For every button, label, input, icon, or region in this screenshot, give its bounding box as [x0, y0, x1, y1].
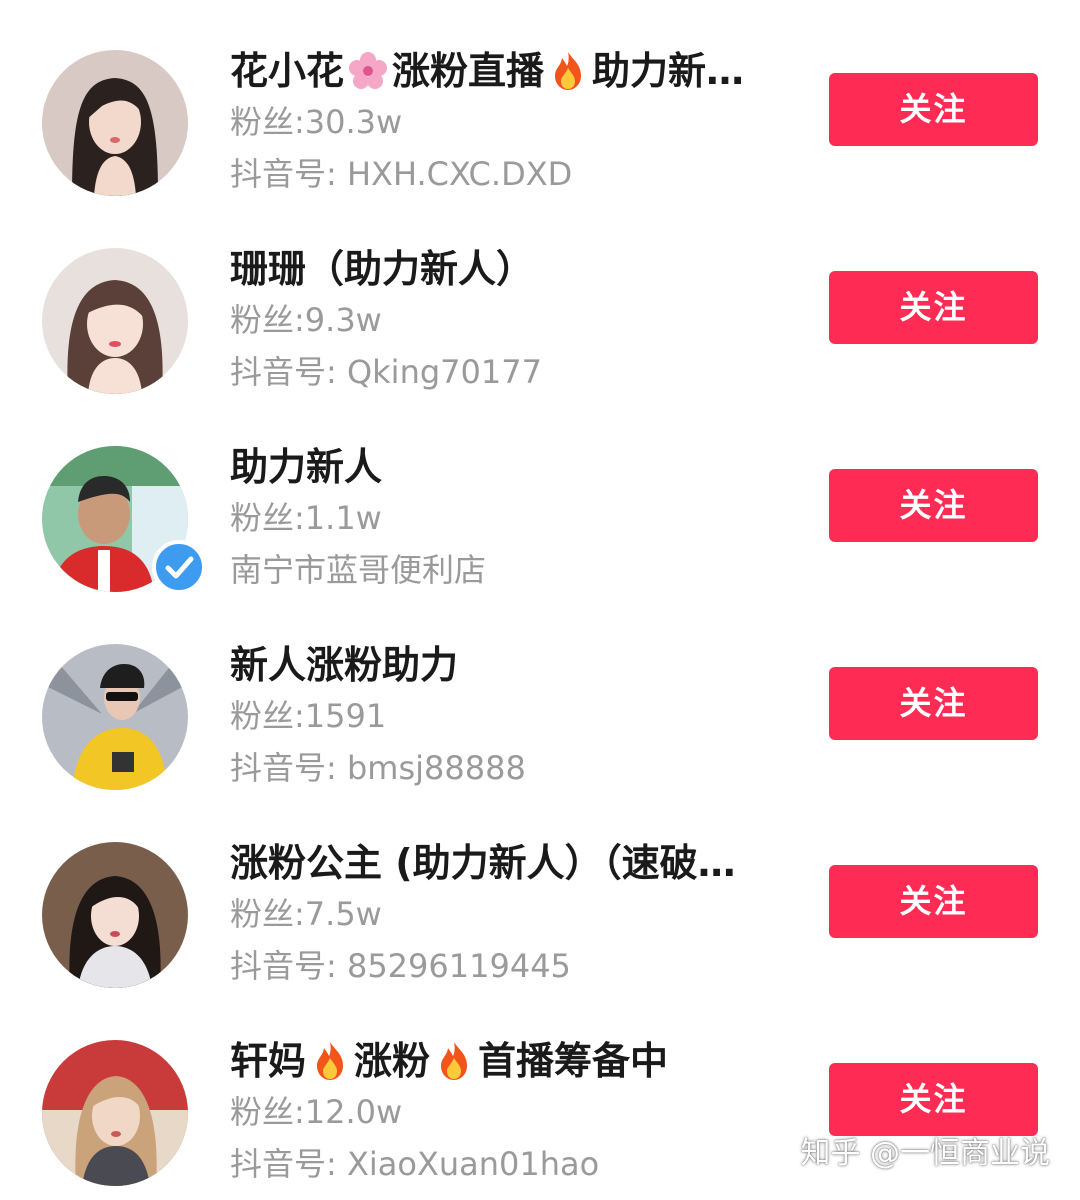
list-item[interactable]: 花小花 涨粉直播 助力新… 粉丝:30.3w 抖音号: HXH.CXC.DXD …: [0, 28, 1080, 226]
fans-count: 粉丝:1591: [230, 697, 387, 735]
follow-button[interactable]: 关注: [829, 1063, 1038, 1136]
fans-count: 粉丝:30.3w: [230, 103, 403, 141]
avatar[interactable]: [42, 842, 188, 988]
follow-button[interactable]: 关注: [829, 73, 1038, 146]
list-item[interactable]: 助力新人 粉丝:1.1w 南宁市蓝哥便利店 关注: [0, 424, 1080, 622]
fire-icon: [547, 50, 589, 92]
douyin-id: 抖音号: 85296119445: [230, 947, 571, 985]
name-part: 珊珊（助力新人）: [230, 246, 535, 291]
name-part: 助力新…: [592, 48, 745, 93]
name-part: 首播筹备中: [478, 1038, 669, 1083]
follow-button[interactable]: 关注: [829, 271, 1038, 344]
name-part: 涨粉直播: [392, 48, 545, 93]
user-list: 花小花 涨粉直播 助力新… 粉丝:30.3w 抖音号: HXH.CXC.DXD …: [0, 0, 1080, 1200]
douyin-id: 抖音号: HXH.CXC.DXD: [230, 155, 573, 193]
user-name[interactable]: 助力新人: [230, 438, 790, 493]
watermark: 知乎 @一恒商业说: [800, 1136, 1050, 1171]
douyin-id: 抖音号: Qking70177: [230, 353, 542, 391]
fans-count: 粉丝:7.5w: [230, 895, 382, 933]
name-part: 新人涨粉助力: [230, 642, 459, 687]
verified-description: 南宁市蓝哥便利店: [230, 551, 487, 589]
follow-button[interactable]: 关注: [829, 469, 1038, 542]
list-item[interactable]: 新人涨粉助力 粉丝:1591 抖音号: bmsj88888 关注: [0, 622, 1080, 820]
avatar[interactable]: [42, 1040, 188, 1186]
list-item[interactable]: 珊珊（助力新人） 粉丝:9.3w 抖音号: Qking70177 关注: [0, 226, 1080, 424]
name-part: 涨粉: [354, 1038, 431, 1083]
fans-count: 粉丝:9.3w: [230, 301, 382, 339]
name-part: 涨粉公主 (助力新人）（速破…: [230, 840, 736, 885]
name-part: 助力新人: [230, 444, 383, 489]
name-part: 轩妈: [230, 1038, 307, 1083]
verified-badge-icon: [152, 540, 206, 594]
fire-icon: [433, 1040, 475, 1082]
user-name[interactable]: 涨粉公主 (助力新人）（速破…: [230, 834, 790, 889]
user-name[interactable]: 新人涨粉助力: [230, 636, 790, 691]
follow-button[interactable]: 关注: [829, 667, 1038, 740]
name-part: 花小花: [230, 48, 345, 93]
user-name[interactable]: 珊珊（助力新人）: [230, 240, 790, 295]
fans-count: 粉丝:12.0w: [230, 1093, 403, 1131]
list-item[interactable]: 涨粉公主 (助力新人）（速破… 粉丝:7.5w 抖音号: 85296119445…: [0, 820, 1080, 1018]
avatar[interactable]: [42, 50, 188, 196]
fire-icon: [309, 1040, 351, 1082]
cherry-blossom-icon: [347, 50, 389, 92]
user-name[interactable]: 轩妈 涨粉 首播筹备中: [230, 1032, 790, 1087]
follow-button[interactable]: 关注: [829, 865, 1038, 938]
fans-count: 粉丝:1.1w: [230, 499, 382, 537]
user-name[interactable]: 花小花 涨粉直播 助力新…: [230, 42, 790, 97]
avatar[interactable]: [42, 248, 188, 394]
avatar[interactable]: [42, 644, 188, 790]
douyin-id: 抖音号: bmsj88888: [230, 749, 526, 787]
douyin-id: 抖音号: XiaoXuan01hao: [230, 1145, 600, 1183]
